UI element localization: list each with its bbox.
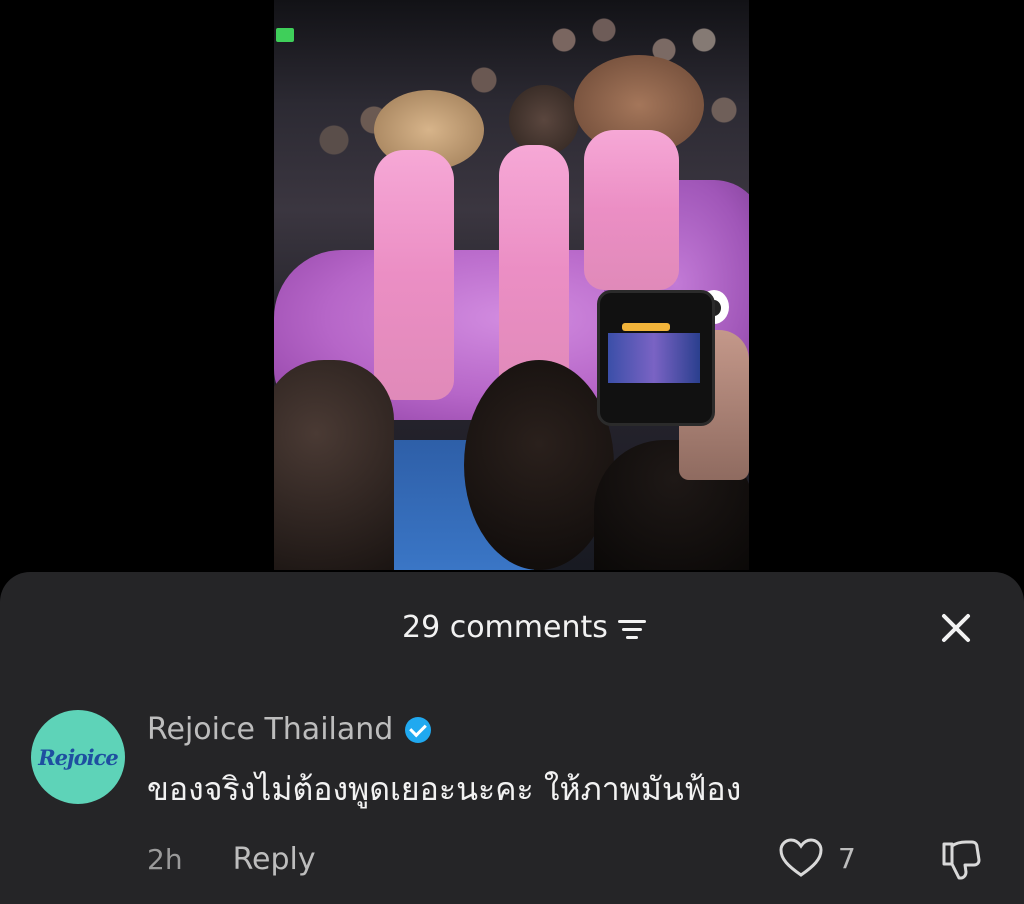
video-frame[interactable] bbox=[274, 0, 749, 570]
video-player[interactable] bbox=[0, 0, 1024, 572]
phone-screen bbox=[608, 333, 700, 383]
comment-text: ของจริงไม่ต้องพูดเยอะนะคะ ให้ภาพมันฟ้อง bbox=[147, 770, 742, 808]
reply-button[interactable]: Reply bbox=[233, 842, 316, 877]
phone-screen-label bbox=[622, 323, 670, 331]
comment-item: Rejoice Rejoice Thailand ของจริงไม่ต้องพ… bbox=[0, 702, 1024, 902]
verified-badge-icon bbox=[405, 716, 432, 743]
close-icon[interactable] bbox=[936, 608, 976, 648]
foreground-head bbox=[274, 360, 394, 570]
exit-sign bbox=[276, 28, 294, 42]
like-count: 7 bbox=[838, 841, 856, 875]
performer bbox=[374, 150, 454, 400]
performer bbox=[499, 145, 569, 395]
comment-timestamp: 2h bbox=[147, 843, 183, 876]
comments-sheet: 29 comments Rejoice Rejoice Thailand ของ… bbox=[0, 572, 1024, 904]
comments-count: 29 comments bbox=[402, 610, 608, 645]
comments-title-button[interactable]: 29 comments bbox=[402, 610, 648, 645]
audience-phone bbox=[597, 290, 715, 426]
performer bbox=[584, 130, 679, 290]
thumbs-down-icon[interactable] bbox=[938, 838, 982, 882]
comment-author-row: Rejoice Thailand bbox=[147, 712, 432, 747]
comments-header: 29 comments bbox=[0, 602, 1024, 650]
avatar-logo-text: Rejoice bbox=[38, 744, 119, 770]
heart-icon[interactable] bbox=[778, 838, 824, 878]
foreground-head bbox=[464, 360, 614, 570]
comment-meta: 2h Reply bbox=[147, 842, 316, 877]
avatar[interactable]: Rejoice bbox=[31, 710, 125, 804]
sort-lines-icon[interactable] bbox=[617, 617, 648, 639]
like-button[interactable]: 7 bbox=[778, 838, 856, 878]
comment-author[interactable]: Rejoice Thailand bbox=[147, 712, 393, 747]
